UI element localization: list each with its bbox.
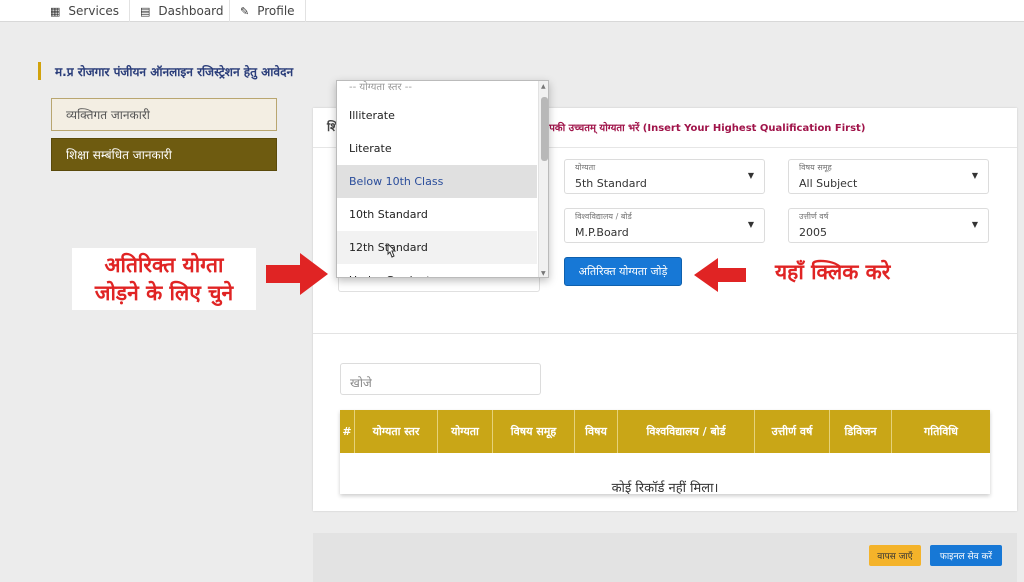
nav-dashboard[interactable]: ▤ Dashboard	[130, 0, 230, 22]
sidebar-item-label: व्यक्तिगत जानकारी	[66, 108, 150, 122]
arrow-left-icon	[694, 258, 746, 292]
dropdown-option-10th[interactable]: 10th Standard	[337, 198, 537, 231]
table-header-cell: विषय	[575, 410, 618, 453]
chevron-down-icon: ▼	[747, 220, 754, 229]
nav-profile[interactable]: ✎ Profile	[230, 0, 306, 22]
nav-services[interactable]: ▦ Services	[40, 0, 130, 22]
nav-services-label: Services	[68, 4, 120, 18]
table-header-cell: गतिविधि	[924, 425, 958, 438]
final-save-button[interactable]: फाइनल सेव करें	[930, 545, 1002, 566]
page-title-wrap: म.प्र रोजगार पंजीयन ऑनलाइन रजिस्ट्रेशन ह…	[38, 62, 293, 80]
table-header-cell: योग्यता स्तर	[355, 410, 438, 453]
title-accent-bar	[38, 62, 41, 80]
chevron-down-icon: ▼	[747, 171, 754, 180]
table-header: # योग्यता स्तर योग्यता विषय समूह विषय वि…	[340, 410, 990, 453]
dropdown-option-under-graduate[interactable]: Under Graduate	[337, 264, 537, 277]
dropdown-scrollbar[interactable]: ▲ ▼	[538, 81, 548, 277]
qualification-table: # योग्यता स्तर योग्यता विषय समूह विषय वि…	[340, 410, 990, 496]
table-empty-message: कोई रिकॉर्ड नहीं मिला।	[611, 481, 719, 496]
table-header-cell: योग्यता	[438, 410, 493, 453]
search-input[interactable]: खोजे	[340, 363, 541, 395]
pen-icon: ✎	[240, 4, 250, 18]
dropdown-options: -- योग्यता स्तर -- Illiterate Literate B…	[337, 81, 537, 277]
dropdown-option-illiterate[interactable]: Illiterate	[337, 99, 537, 132]
table-header-cell: विषय समूह	[493, 410, 575, 453]
annotation-left-line2: जोड़ने के लिए चुने	[94, 281, 234, 305]
vishay-samooh-label: विषय समूह	[799, 163, 832, 172]
table-header-cell: #	[340, 410, 355, 453]
board-label: विश्वविद्यालय / बोर्ड	[575, 212, 632, 221]
scroll-up-icon[interactable]: ▲	[541, 83, 546, 90]
annotation-left-box: अतिरिक्त योग्ता जोड़ने के लिए चुने	[72, 248, 256, 310]
yogyata-value: 5th Standard	[575, 177, 647, 190]
back-button[interactable]: वापस जाएँ	[869, 545, 921, 566]
table-header-cell: उत्तीर्ण वर्ष	[755, 410, 830, 453]
annotation-left-line1: अतिरिक्त योग्ता	[104, 253, 224, 277]
arrow-right-icon	[266, 253, 328, 295]
nav-dashboard-label: Dashboard	[158, 4, 224, 18]
table-header-cell: विश्वविद्यालय / बोर्ड	[618, 410, 755, 453]
dropdown-option-below-10th[interactable]: Below 10th Class	[337, 165, 537, 198]
chevron-down-icon: ▼	[971, 220, 978, 229]
yogyata-select[interactable]: योग्यता 5th Standard ▼	[564, 159, 765, 194]
scrollbar-thumb[interactable]	[541, 97, 548, 161]
yogyata-label: योग्यता	[575, 163, 596, 172]
board-select[interactable]: विश्वविद्यालय / बोर्ड M.P.Board ▼	[564, 208, 765, 243]
vishay-samooh-select[interactable]: विषय समूह All Subject ▼	[788, 159, 989, 194]
uttirn-varsh-select[interactable]: उत्तीर्ण वर्ष 2005 ▼	[788, 208, 989, 243]
building-icon: ▦	[50, 4, 61, 18]
chevron-down-icon: ▼	[971, 171, 978, 180]
add-qualification-button[interactable]: अतिरिक्त योग्यता जोड़े	[564, 257, 682, 286]
sidebar-item-education-info[interactable]: शिक्षा सम्बंधित जानकारी	[51, 138, 277, 171]
dropdown-option-12th[interactable]: 12th Standard	[337, 231, 537, 264]
vishay-samooh-value: All Subject	[799, 177, 858, 190]
dropdown-option-literate[interactable]: Literate	[337, 132, 537, 165]
board-value: M.P.Board	[575, 226, 629, 239]
uttirn-varsh-label: उत्तीर्ण वर्ष	[799, 212, 829, 221]
table-header-cell: डिविजन	[830, 410, 892, 453]
top-navigation: ▦ Services ▤ Dashboard ✎ Profile	[0, 0, 1024, 22]
yogyata-star-dropdown[interactable]: -- योग्यता स्तर -- Illiterate Literate B…	[336, 80, 549, 278]
scroll-down-icon[interactable]: ▼	[541, 270, 546, 277]
uttirn-varsh-value: 2005	[799, 226, 827, 239]
annotation-right-text: यहाँ क्लिक करे	[775, 260, 891, 284]
nav-profile-label: Profile	[257, 4, 295, 18]
page-title: म.प्र रोजगार पंजीयन ऑनलाइन रजिस्ट्रेशन ह…	[55, 64, 294, 79]
sidebar-item-label: शिक्षा सम्बंधित जानकारी	[66, 148, 172, 162]
qualification-note: आपकी उच्चतम् योग्यता भरें (Insert Your H…	[539, 123, 866, 134]
dashboard-icon: ▤	[140, 4, 151, 18]
mouse-cursor-icon	[387, 243, 397, 258]
panel-divider	[313, 333, 1017, 334]
dropdown-hint: -- योग्यता स्तर --	[349, 82, 412, 93]
sidebar-item-personal-info[interactable]: व्यक्तिगत जानकारी	[51, 98, 277, 131]
